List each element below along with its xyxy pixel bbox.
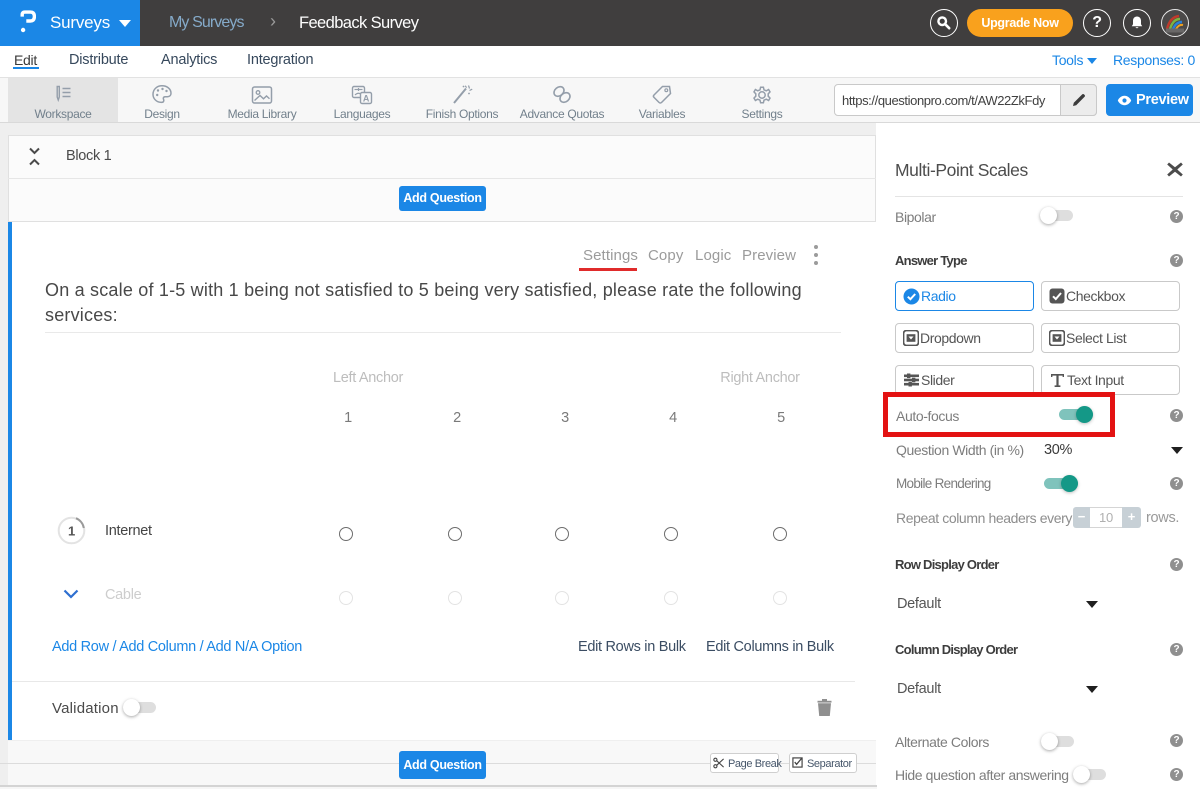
- svg-text:1: 1: [68, 523, 75, 538]
- svg-text:A: A: [363, 93, 370, 103]
